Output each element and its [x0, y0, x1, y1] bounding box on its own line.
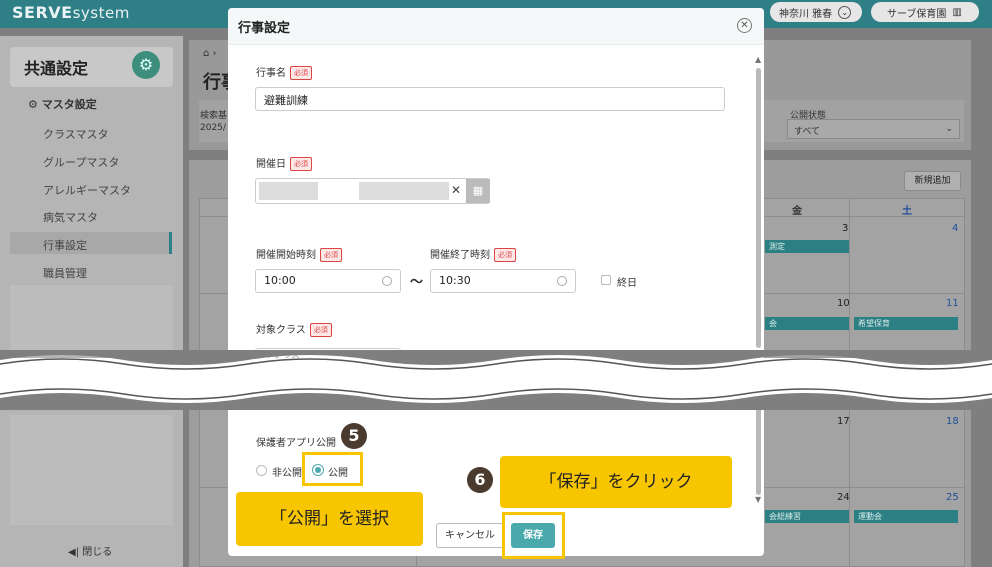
gear-icon: ⚙	[132, 51, 160, 79]
filter-label: 検索基	[200, 111, 228, 121]
step-6-badge: 6	[467, 467, 493, 493]
radio-private[interactable]	[256, 465, 267, 476]
save-button[interactable]: 保存	[511, 523, 555, 548]
calendar-day-number: 3	[842, 223, 849, 234]
step-5-callout: 「公開」を選択	[236, 492, 423, 546]
clock-icon	[382, 276, 392, 286]
day-header-fri: 金	[792, 206, 802, 217]
date-end-value	[359, 182, 449, 200]
calendar-day-number: 24	[837, 492, 850, 503]
modal-header	[228, 8, 764, 45]
app-logo[interactable]: SERVEsystem	[12, 3, 130, 22]
sidebar-close-button[interactable]: ◀| 閉じる	[68, 543, 112, 558]
sidebar-empty-area-lower	[10, 415, 173, 525]
clear-icon[interactable]: ✕	[451, 183, 461, 197]
sidebar-section-master[interactable]: ⚙ マスタ設定	[28, 96, 97, 112]
sidebar-item-class[interactable]: クラスマスタ	[43, 126, 108, 142]
calendar-event[interactable]: 測定	[765, 240, 849, 253]
new-event-button[interactable]: 新規追加	[904, 171, 961, 191]
chevron-down-icon: ⌄	[838, 5, 852, 19]
start-time-label: 開催開始時刻 必須	[256, 246, 342, 262]
school-menu-button[interactable]: サーブ保育園 ▥	[871, 2, 979, 22]
chevron-down-icon: ⌄	[945, 124, 953, 134]
cancel-button[interactable]: キャンセル	[436, 523, 504, 548]
calendar-event[interactable]: 希望保育	[854, 317, 958, 330]
calendar-day-number: 18	[946, 416, 959, 427]
clock-icon	[557, 276, 567, 286]
calendar-picker-icon[interactable]: ▦	[466, 179, 490, 203]
parent-app-label: 保護者アプリ公開	[256, 438, 336, 449]
required-badge: 必須	[320, 248, 342, 262]
calendar-event[interactable]: 運動会	[854, 510, 958, 523]
user-name: 神奈川 雅春	[779, 8, 833, 20]
radio-private-label: 非公開	[272, 468, 302, 479]
date-start-value	[259, 182, 318, 200]
close-icon[interactable]: ✕	[737, 18, 752, 33]
status-select[interactable]: すべて ⌄	[787, 119, 960, 139]
filter-value[interactable]: 2025/	[200, 123, 226, 133]
radio-public-label: 公開	[328, 468, 348, 479]
date-label: 開催日 必須	[256, 155, 312, 171]
sidebar-item-illness[interactable]: 病気マスタ	[43, 209, 98, 225]
allday-label: 終日	[617, 278, 637, 289]
screenshot-break-divider	[0, 350, 992, 410]
day-header-sat: 土	[902, 206, 912, 217]
radio-public[interactable]	[312, 464, 324, 476]
sidebar-title: 共通設定	[24, 59, 89, 78]
start-time-input[interactable]: 10:00	[255, 269, 401, 293]
calendar-day-number: 25	[946, 492, 959, 503]
sidebar-active-highlight	[10, 232, 172, 254]
user-menu-button[interactable]: 神奈川 雅春 ⌄	[770, 2, 862, 22]
sidebar-item-staff[interactable]: 職員管理	[43, 265, 87, 281]
step-6-callout: 「保存」をクリック	[500, 456, 732, 508]
calendar-day-number: 10	[837, 298, 850, 309]
step-5-badge: 5	[341, 423, 367, 449]
building-icon: ▥	[952, 6, 962, 18]
gear-small-icon: ⚙	[28, 98, 42, 111]
sidebar-empty-area	[10, 285, 173, 355]
calendar-event[interactable]: 会総練習	[765, 510, 849, 523]
event-name-input[interactable]: 避難訓練	[255, 87, 725, 111]
sidebar-item-allergy[interactable]: アレルギーマスタ	[43, 182, 131, 198]
calendar-day-number: 4	[952, 223, 959, 234]
allday-checkbox[interactable]	[601, 275, 611, 285]
required-badge: 必須	[494, 248, 516, 262]
end-time-label: 開催終了時刻 必須	[430, 246, 516, 262]
modal-scrollbar[interactable]	[756, 68, 761, 348]
modal-scrollbar[interactable]	[756, 400, 761, 495]
required-badge: 必須	[290, 66, 312, 80]
sidebar-item-events[interactable]: 行事設定	[43, 237, 87, 253]
end-time-input[interactable]: 10:30	[430, 269, 576, 293]
target-class-label: 対象クラス 必須	[256, 321, 332, 337]
scroll-up-icon[interactable]: ▲	[755, 55, 761, 64]
school-name: サーブ保育園	[887, 8, 947, 20]
calendar-day-number: 17	[837, 416, 850, 427]
event-name-label: 行事名 必須	[256, 64, 312, 80]
home-icon[interactable]: ⌂ ›	[203, 48, 217, 59]
time-range-tilde: 〜	[410, 275, 424, 290]
calendar-day-number: 11	[946, 298, 959, 309]
calendar-event[interactable]: 会	[765, 317, 849, 330]
required-badge: 必須	[290, 157, 312, 171]
sidebar-item-group[interactable]: グループマスタ	[43, 154, 119, 170]
modal-title: 行事設定	[238, 21, 291, 36]
scroll-down-icon[interactable]: ▼	[755, 495, 761, 504]
required-badge: 必須	[309, 323, 332, 337]
